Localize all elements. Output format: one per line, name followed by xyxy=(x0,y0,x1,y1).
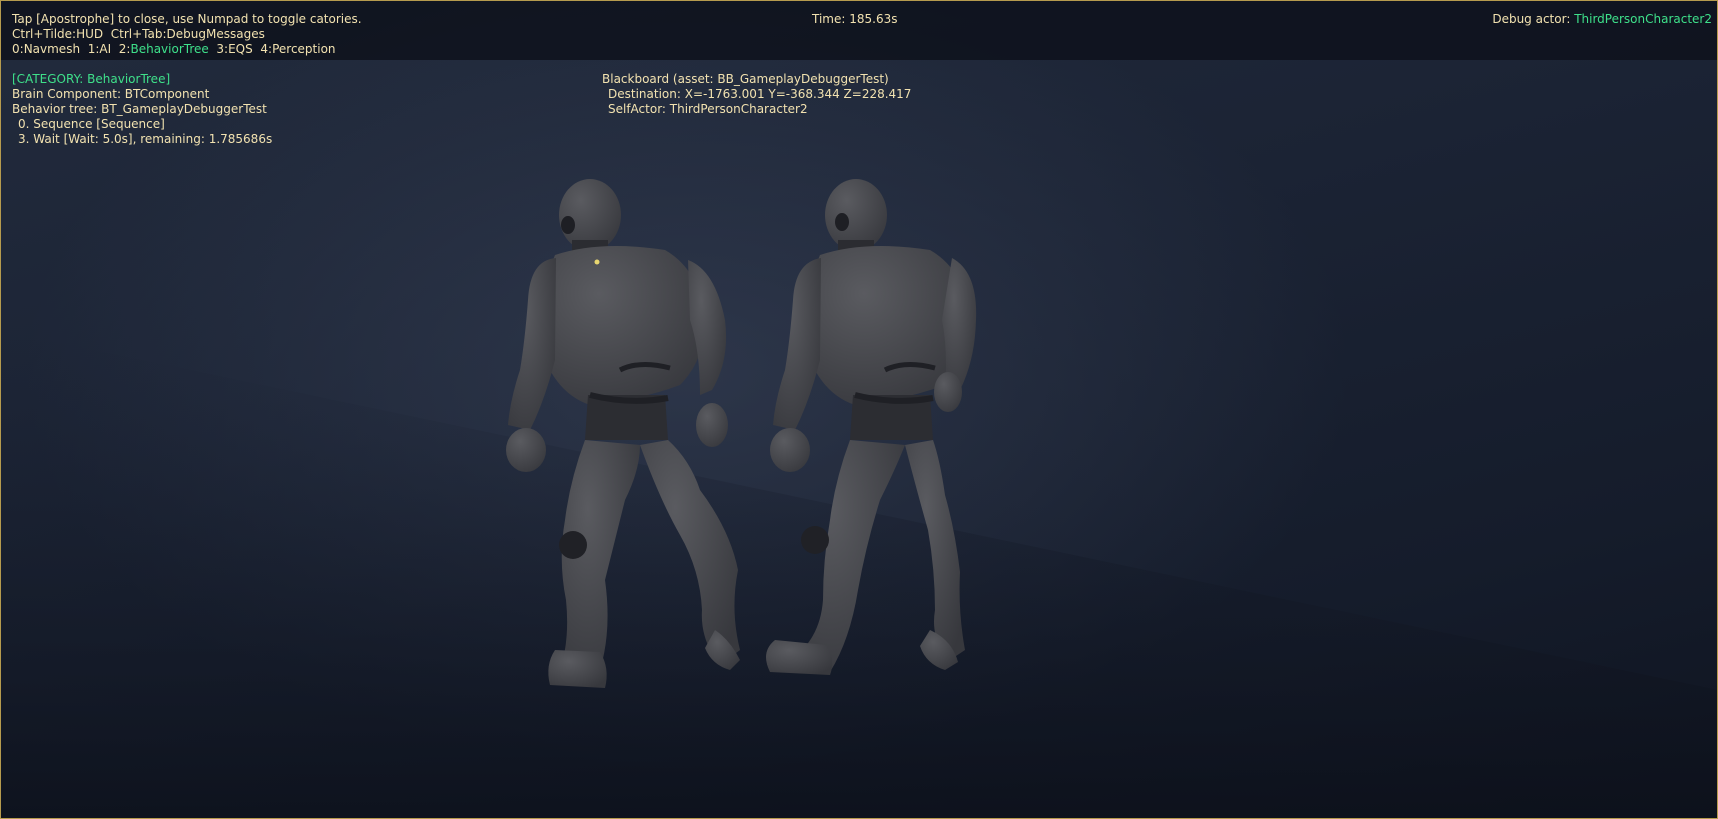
shortcut-hud-key: Ctrl+Tilde: xyxy=(12,27,77,41)
bt-stack-item: 0. Sequence [Sequence] xyxy=(18,117,165,131)
shortcut-hud-label[interactable]: HUD xyxy=(76,27,103,41)
time-readout: Time: 185.63s xyxy=(812,12,898,26)
game-viewport[interactable]: Tap [Apostrophe] to close, use Numpad to… xyxy=(0,0,1718,819)
shortcut-messages-label[interactable]: DebugMessages xyxy=(167,27,265,41)
debug-actor-name: ThirdPersonCharacter2 xyxy=(1574,12,1712,26)
help-text: Tap [Apostrophe] to close, use Numpad to… xyxy=(12,12,362,26)
debug-actor-readout: Debug actor: ThirdPersonCharacter2 xyxy=(1492,12,1712,27)
category-toggle-navmesh[interactable]: 0:Navmesh xyxy=(12,42,80,56)
scene-render xyxy=(0,179,1718,819)
brain-component-text: Brain Component: BTComponent xyxy=(12,87,210,101)
category-toggle-eqs[interactable]: 3:EQS xyxy=(216,42,252,56)
category-toggle-ai[interactable]: 1:AI xyxy=(88,42,111,56)
category-toggle-perception[interactable]: 4:Perception xyxy=(260,42,335,56)
category-toggle-list: 0:Navmesh 1:AI 2:BehaviorTree 3:EQS 4:Pe… xyxy=(12,42,336,57)
category-toggle-behaviortree[interactable]: 2:BehaviorTree xyxy=(119,42,209,56)
bt-stack-item: 3. Wait [Wait: 5.0s], remaining: 1.78568… xyxy=(18,132,273,146)
behavior-tree-name: Behavior tree: BT_GameplayDebuggerTest xyxy=(12,102,267,116)
shortcut-messages-key: Ctrl+Tab: xyxy=(110,27,167,41)
blackboard-entry: SelfActor: ThirdPersonCharacter2 xyxy=(608,102,808,116)
blackboard-header: Blackboard (asset: BB_GameplayDebuggerTe… xyxy=(602,72,889,86)
debug-actor-label: Debug actor: xyxy=(1492,12,1575,26)
blackboard-entry: Destination: X=-1763.001 Y=-368.344 Z=22… xyxy=(608,87,912,101)
shortcuts-line: Ctrl+Tilde:HUD Ctrl+Tab:DebugMessages xyxy=(12,27,265,42)
category-header: [CATEGORY: BehaviorTree] xyxy=(12,72,171,86)
